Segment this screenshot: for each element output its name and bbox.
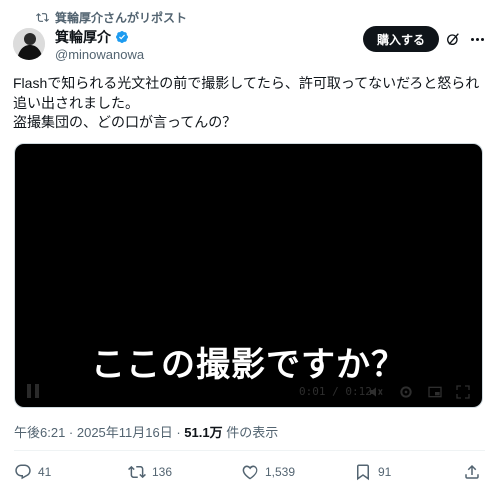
bookmark-icon: [357, 464, 369, 481]
action-bar: 41 136 1,539 91: [14, 462, 484, 482]
pip-icon[interactable]: [427, 384, 443, 400]
avatar[interactable]: [13, 28, 45, 60]
tweet-line: Flashで知られる光文社の前で撮影してたら、許可取ってないだろと怒られ: [13, 75, 480, 91]
view-suffix: 件の表示: [222, 425, 279, 440]
repost-button[interactable]: 136: [128, 462, 172, 482]
reply-icon: [15, 464, 31, 480]
divider: [14, 450, 485, 451]
video-controls: 0:01 / 0:12: [15, 377, 482, 407]
share-icon: [465, 464, 479, 479]
like-count: 1,539: [265, 465, 296, 479]
tweet-timestamp[interactable]: 午後6:21 · 2025年11月16日 ·: [14, 425, 184, 440]
author-name[interactable]: 箕輪厚介: [55, 27, 111, 47]
like-button[interactable]: 1,539: [241, 462, 295, 482]
share-button[interactable]: [463, 462, 481, 482]
author-block[interactable]: 箕輪厚介 @minowanowa: [55, 28, 144, 62]
more-options-icon[interactable]: [468, 31, 486, 47]
video-time: 0:01 / 0:12: [299, 385, 372, 398]
repost-text: 箕輪厚介さんがリポスト: [55, 10, 188, 25]
tweet-line: 盗撮集団の、どの口が言ってんの？: [13, 114, 237, 130]
bookmark-button[interactable]: 91: [354, 462, 391, 482]
reply-count: 41: [38, 465, 52, 479]
tweet-line: 追い出されました。: [13, 94, 139, 111]
tweet-text: Flashで知られる光文社の前で撮影してたら、許可取ってないだろと怒られ 追い出…: [13, 74, 488, 133]
author-handle[interactable]: @minowanowa: [55, 47, 144, 62]
pause-icon[interactable]: [27, 384, 41, 400]
reply-button[interactable]: 41: [14, 462, 51, 482]
volume-icon[interactable]: [368, 384, 384, 400]
repost-count: 136: [152, 465, 173, 479]
repost-icon: [128, 465, 146, 479]
grok-icon[interactable]: [445, 31, 461, 47]
heart-icon: [242, 465, 258, 480]
video-player[interactable]: ここの撮影ですか？ 0:01 / 0:12: [14, 143, 483, 408]
settings-icon[interactable]: [398, 384, 414, 400]
fullscreen-icon[interactable]: [455, 384, 471, 400]
view-count: 51.1万: [184, 425, 223, 440]
bookmark-count: 91: [378, 465, 392, 479]
verified-badge-icon: [116, 31, 128, 43]
repost-indicator[interactable]: 箕輪厚介さんがリポスト: [36, 9, 187, 25]
tweet-meta: 午後6:21 · 2025年11月16日 · 51.1万 件の表示: [14, 422, 278, 441]
repost-icon: [36, 12, 49, 22]
avatar-image: [13, 28, 45, 60]
buy-button[interactable]: 購入する: [363, 26, 439, 52]
